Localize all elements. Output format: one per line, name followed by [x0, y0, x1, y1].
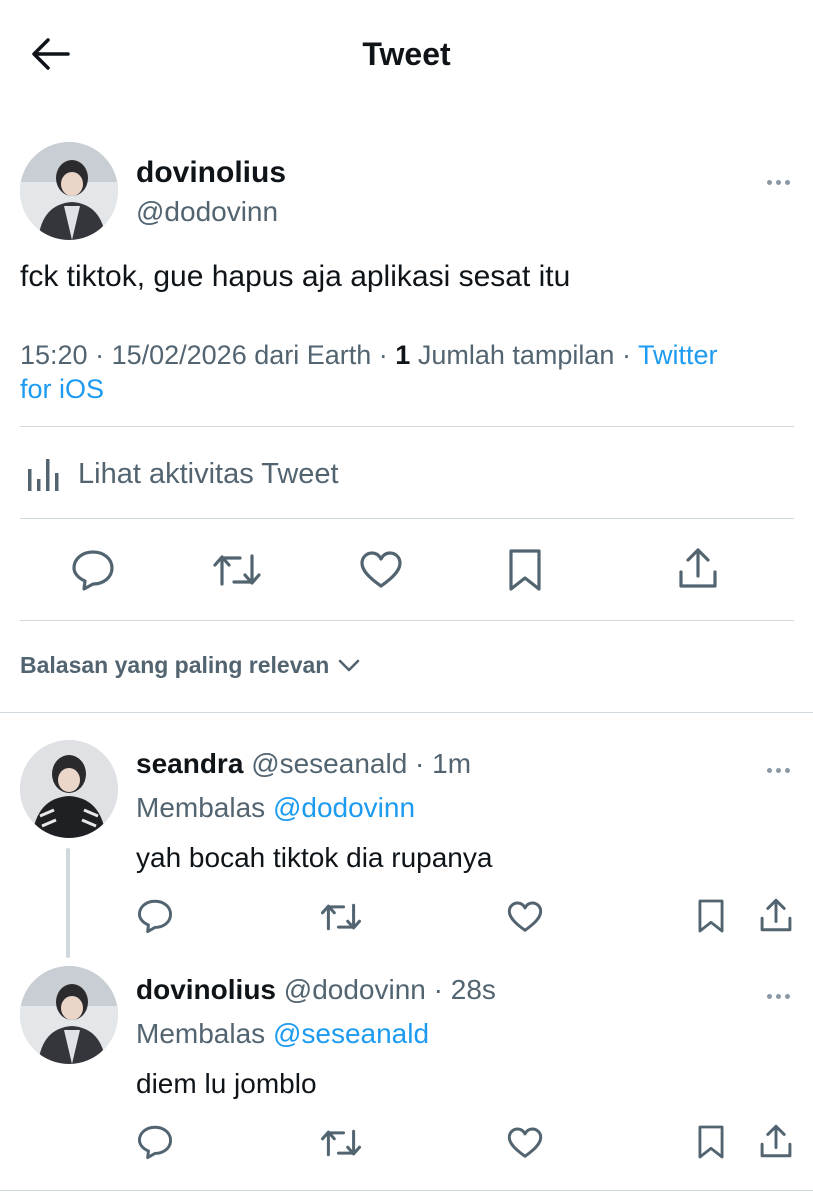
speech-bubble-icon [137, 899, 173, 934]
bookmark-icon [698, 899, 724, 933]
views-label: Jumlah tampilan [417, 340, 615, 370]
tweet-activity-label: Lihat aktivitas Tweet [78, 457, 339, 490]
reply-author-name[interactable]: seandra [136, 748, 243, 779]
tweet-location: dari Earth [254, 340, 372, 370]
share-upload-icon [760, 1124, 792, 1158]
more-dots-icon[interactable] [767, 760, 797, 773]
share-upload-icon [679, 548, 717, 588]
reply-sort-dropdown[interactable]: Balasan yang paling relevan [20, 652, 361, 679]
replying-to: Membalas @dodovinn [136, 792, 416, 823]
tweet-activity-link[interactable]: Lihat aktivitas Tweet [26, 454, 339, 494]
divider [20, 620, 794, 621]
like-button[interactable] [506, 900, 544, 934]
retweet-icon [321, 903, 361, 931]
reply-sort-label: Balasan yang paling relevan [20, 652, 330, 678]
heart-icon [360, 551, 402, 588]
speech-bubble-icon [137, 1125, 173, 1160]
avatar[interactable] [20, 740, 118, 838]
reply-button[interactable] [70, 548, 116, 592]
tweet-meta: 15:20 · 15/02/2026 dari Earth · 1 Jumlah… [20, 340, 718, 404]
bookmark-icon [509, 549, 541, 591]
section-divider [0, 712, 813, 713]
thread-line [66, 848, 70, 958]
bookmark-icon [698, 1125, 724, 1159]
share-button[interactable] [758, 896, 794, 934]
reply-text: yah bocah tiktok dia rupanya [136, 842, 493, 873]
more-dots-icon[interactable] [767, 986, 797, 999]
reply-author-handle[interactable]: @seseanald [251, 748, 407, 779]
reply-header: dovinolius @dodovinn · 28s [136, 974, 496, 1005]
reply-time[interactable]: 28s [451, 974, 496, 1005]
reply-header: seandra @seseanald · 1m [136, 748, 472, 779]
bookmark-button[interactable] [506, 548, 544, 592]
reply-author-name[interactable]: dovinolius [136, 974, 276, 1005]
retweet-icon [213, 554, 261, 586]
author-handle[interactable]: @dodovinn [136, 196, 278, 228]
tweet-date: 15/02/2026 [111, 340, 247, 370]
replying-to: Membalas @seseanald [136, 1018, 430, 1049]
share-upload-icon [760, 898, 792, 932]
reply-button[interactable] [136, 898, 174, 934]
tweet-text: fck tiktok, gue hapus aja aplikasi sesat… [20, 260, 571, 293]
bookmark-button[interactable] [696, 898, 726, 934]
tweet-time: 15:20 [20, 340, 88, 370]
replying-to-handle[interactable]: @seseanald [273, 1018, 429, 1049]
heart-icon [507, 901, 543, 932]
more-dots-icon[interactable] [767, 172, 797, 185]
share-button[interactable] [676, 546, 720, 590]
like-button[interactable] [358, 550, 404, 590]
like-button[interactable] [506, 1126, 544, 1160]
heart-icon [507, 1127, 543, 1158]
retweet-button[interactable] [320, 900, 362, 934]
divider [20, 426, 794, 427]
divider [20, 518, 794, 519]
bar-chart-icon [28, 459, 59, 491]
author-name[interactable]: dovinolius [136, 156, 286, 190]
share-button[interactable] [758, 1122, 794, 1160]
reply-author-handle[interactable]: @dodovinn [284, 974, 426, 1005]
avatar[interactable] [20, 966, 118, 1064]
avatar[interactable] [20, 142, 118, 240]
speech-bubble-icon [72, 550, 114, 591]
replying-to-handle[interactable]: @dodovinn [273, 792, 415, 823]
retweet-icon [321, 1129, 361, 1157]
retweet-button[interactable] [212, 550, 262, 590]
retweet-button[interactable] [320, 1126, 362, 1160]
section-divider [0, 1190, 813, 1191]
reply-time[interactable]: 1m [432, 748, 471, 779]
views-count: 1 [395, 340, 411, 370]
reply-button[interactable] [136, 1124, 174, 1160]
reply-text: diem lu jomblo [136, 1068, 317, 1099]
chevron-down-icon [339, 659, 360, 671]
page-title: Tweet [362, 36, 451, 72]
bookmark-button[interactable] [696, 1124, 726, 1160]
